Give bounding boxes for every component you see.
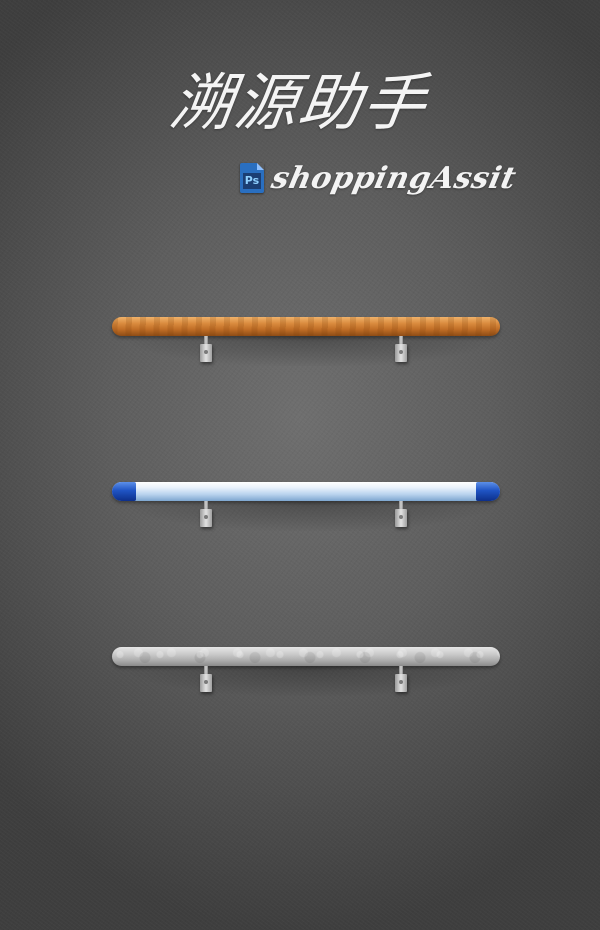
ps-icon-label: Ps — [243, 173, 261, 189]
stone-shelf[interactable] — [112, 647, 500, 666]
wood-shelf-shadow — [130, 336, 490, 366]
stone-shelf-right-bracket — [395, 666, 407, 692]
blue-shelf-left-cap — [112, 482, 136, 501]
app-subtitle: shoppingAssit — [268, 160, 520, 196]
subtitle-row: Ps shoppingAssit — [240, 158, 520, 198]
wood-shelf[interactable] — [112, 317, 500, 336]
wood-shelf-right-bracket — [395, 336, 407, 362]
blue-shelf-shadow — [130, 501, 490, 531]
blue-shelf-right-bracket — [395, 501, 407, 527]
blue-shelf-left-bracket — [200, 501, 212, 527]
app-title: 溯源助手 — [166, 66, 433, 139]
blue-shelf[interactable] — [112, 482, 500, 501]
stone-shelf-shadow — [130, 666, 490, 696]
wood-shelf-left-bracket — [200, 336, 212, 362]
blue-shelf-right-cap — [476, 482, 500, 501]
photoshop-file-icon: Ps — [240, 163, 264, 193]
stone-shelf-left-bracket — [200, 666, 212, 692]
